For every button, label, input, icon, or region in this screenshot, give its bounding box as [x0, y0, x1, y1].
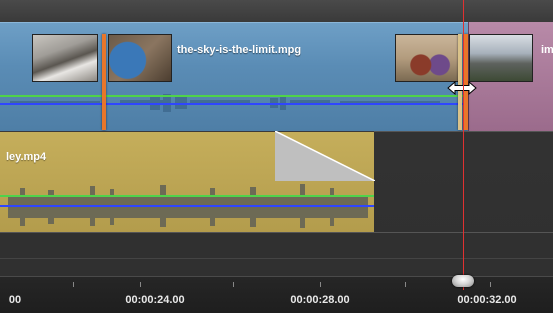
- track-separator: [0, 258, 553, 259]
- resize-cursor-icon: [447, 81, 477, 95]
- playhead-line[interactable]: [463, 0, 464, 290]
- ruler-tick: [73, 282, 74, 287]
- scrubber-knob-icon[interactable]: [452, 275, 474, 287]
- timeline-header-strip: [0, 0, 553, 23]
- ruler-tick: [320, 282, 321, 287]
- video-clip-title: the-sky-is-the-limit.mpg: [177, 44, 302, 56]
- fade-triangle-icon[interactable]: [275, 131, 375, 181]
- trim-marker-left[interactable]: [102, 34, 106, 130]
- timeline-panel: the-sky-is-the-limit.mpg im ley.mp4 00 0…: [0, 0, 553, 313]
- audio-clip-pan-line[interactable]: [0, 205, 374, 207]
- clip-thumbnail: [469, 34, 533, 82]
- audio-clip-volume-line[interactable]: [0, 195, 374, 197]
- ruler-tick: [233, 282, 234, 287]
- ruler-tick: [490, 282, 491, 287]
- ruler-label: 00:00:28.00: [290, 294, 350, 306]
- ruler-tick: [405, 282, 406, 287]
- ruler-tick: [140, 282, 141, 287]
- audio-clip-title: ley.mp4: [6, 151, 47, 163]
- ruler-label: 00:00:32.00: [457, 294, 517, 306]
- video-clip-volume-line[interactable]: [0, 95, 468, 97]
- ruler-label: 00: [8, 294, 22, 306]
- video-clip-pan-line[interactable]: [0, 103, 468, 105]
- clip-thumbnail: [108, 34, 172, 82]
- next-clip-title: im: [541, 44, 553, 56]
- clip-thumbnail: [395, 34, 459, 82]
- track-separator: [0, 232, 553, 233]
- ruler-label: 00:00:24.00: [125, 294, 185, 306]
- clip-thumbnail: [32, 34, 98, 82]
